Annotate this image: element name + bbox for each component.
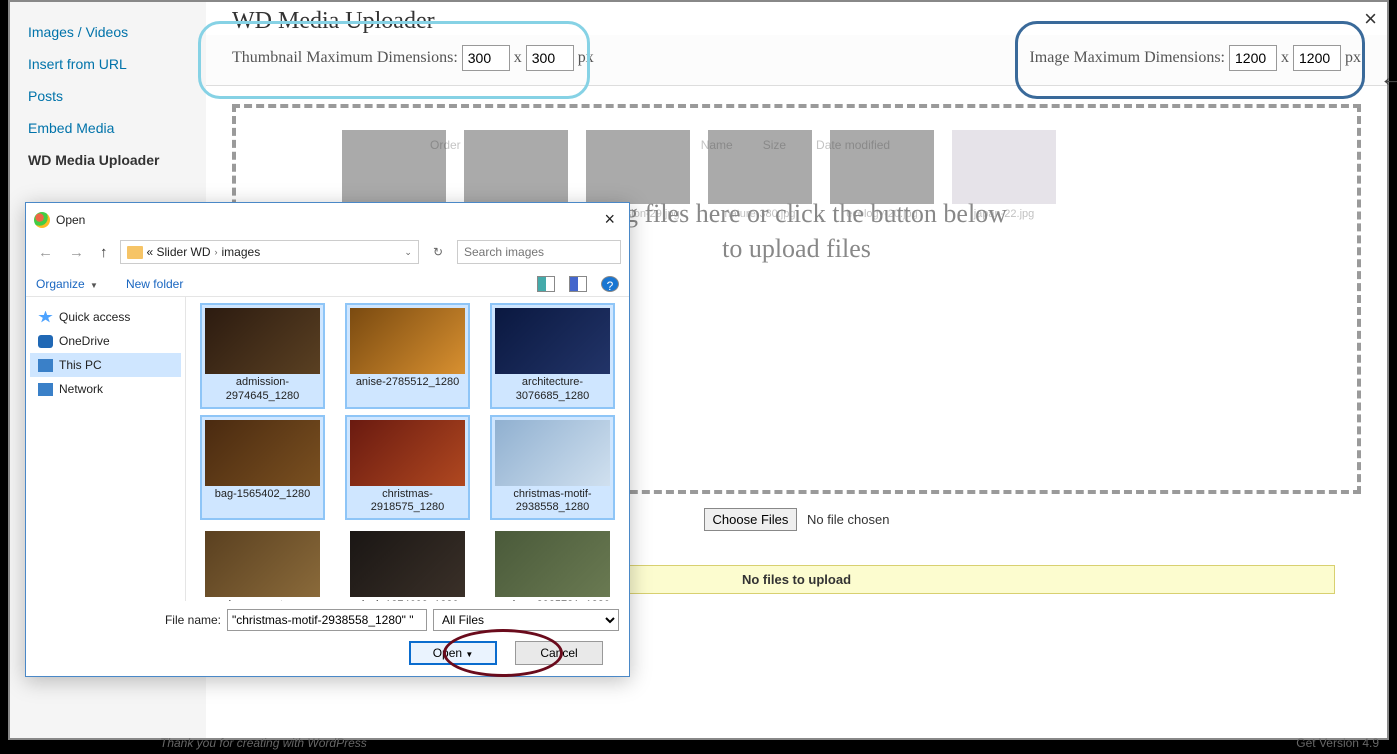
sidebar-item-uploader[interactable]: WD Media Uploader bbox=[10, 144, 206, 176]
filename-input[interactable] bbox=[227, 609, 427, 631]
choose-files-button[interactable]: Choose Files bbox=[704, 508, 798, 531]
file-name: admission-2974645_1280 bbox=[205, 376, 320, 404]
file-thumbnail bbox=[205, 531, 320, 597]
close-icon[interactable]: × bbox=[1364, 6, 1377, 32]
file-item[interactable]: christmas-2918575_1280 bbox=[345, 415, 470, 521]
footer-credit: Thank you for creating with WordPress bbox=[160, 736, 367, 750]
folder-tree: Quick accessOneDriveThis PCNetwork bbox=[26, 297, 186, 601]
file-thumbnail bbox=[495, 531, 610, 597]
file-name: anise-2785512_1280 bbox=[350, 376, 465, 390]
chrome-icon bbox=[34, 212, 50, 228]
file-item[interactable]: cinnamon-stars-2991174_1280 bbox=[200, 526, 325, 601]
refresh-icon[interactable]: ↻ bbox=[427, 242, 449, 262]
file-item[interactable]: anise-2785512_1280 bbox=[345, 303, 470, 409]
file-name: christmas-motif-2938558_1280 bbox=[495, 488, 610, 516]
filename-label: File name: bbox=[165, 613, 221, 627]
file-list: admission-2974645_1280 anise-2785512_1280… bbox=[186, 297, 629, 601]
thumb-height-input[interactable] bbox=[526, 45, 574, 71]
file-thumbnail bbox=[350, 308, 465, 374]
net-icon bbox=[38, 383, 53, 396]
help-icon[interactable]: ? bbox=[601, 276, 619, 292]
sidebar-item-embed[interactable]: Embed Media bbox=[10, 112, 206, 144]
organize-button[interactable]: Organize ▼ bbox=[36, 277, 98, 291]
path-bar[interactable]: « Slider WD › images ⌄ bbox=[120, 240, 419, 264]
dialog-close-icon[interactable]: × bbox=[598, 209, 621, 230]
file-thumbnail bbox=[205, 420, 320, 486]
file-name: clock-1274699_1280 bbox=[350, 599, 465, 601]
sidebar-item-images[interactable]: Images / Videos bbox=[10, 16, 206, 48]
file-item[interactable]: ecology-2985781_1280 bbox=[490, 526, 615, 601]
file-item[interactable]: clock-1274699_1280 bbox=[345, 526, 470, 601]
file-name: ecology-2985781_1280 bbox=[495, 599, 610, 601]
nav-forward-icon[interactable]: → bbox=[65, 244, 88, 261]
sidebar-item-posts[interactable]: Posts bbox=[10, 80, 206, 112]
tree-item-this-pc[interactable]: This PC bbox=[30, 353, 181, 377]
file-filter-select[interactable]: All Files bbox=[433, 609, 619, 631]
cancel-button[interactable]: Cancel bbox=[515, 641, 603, 665]
dz-line2: to upload files bbox=[722, 234, 871, 263]
page-title: WD Media Uploader bbox=[206, 2, 1387, 35]
thumb-dim-group: Thumbnail Maximum Dimensions: x px bbox=[232, 45, 594, 71]
dialog-title: Open bbox=[56, 213, 85, 227]
file-name: christmas-2918575_1280 bbox=[350, 488, 465, 516]
path-folder[interactable]: images bbox=[222, 245, 261, 259]
thumb-label: Thumbnail Maximum Dimensions: bbox=[232, 49, 458, 67]
file-name: architecture-3076685_1280 bbox=[495, 376, 610, 404]
file-item[interactable]: christmas-motif-2938558_1280 bbox=[490, 415, 615, 521]
image-dim-group: Image Maximum Dimensions: x px bbox=[1029, 45, 1361, 71]
file-thumbnail bbox=[350, 420, 465, 486]
file-thumbnail bbox=[495, 308, 610, 374]
dimension-row: Thumbnail Maximum Dimensions: x px Image… bbox=[206, 35, 1387, 86]
chevron-down-icon[interactable]: ⌄ bbox=[404, 247, 412, 258]
image-label: Image Maximum Dimensions: bbox=[1029, 49, 1225, 67]
file-item[interactable]: admission-2974645_1280 bbox=[200, 303, 325, 409]
image-height-input[interactable] bbox=[1293, 45, 1341, 71]
path-prefix: « Slider WD bbox=[147, 245, 211, 259]
sidebar-item-url[interactable]: Insert from URL bbox=[10, 48, 206, 80]
star-icon bbox=[38, 311, 53, 324]
search-input[interactable] bbox=[457, 240, 621, 264]
back-arrow-icon[interactable]: ← bbox=[1379, 62, 1397, 93]
dz-line1: Drag files here or click the button belo… bbox=[586, 199, 1007, 228]
cloud-icon bbox=[38, 335, 53, 348]
thumb-width-input[interactable] bbox=[462, 45, 510, 71]
file-name: bag-1565402_1280 bbox=[205, 488, 320, 502]
file-thumbnail bbox=[205, 308, 320, 374]
image-width-input[interactable] bbox=[1229, 45, 1277, 71]
file-open-dialog: Open × ← → ↑ « Slider WD › images ⌄ ↻ Or… bbox=[25, 202, 630, 677]
px-label: px bbox=[578, 49, 594, 67]
file-thumbnail bbox=[495, 420, 610, 486]
file-thumbnail bbox=[350, 531, 465, 597]
x-label: x bbox=[1281, 49, 1289, 67]
px-label: px bbox=[1345, 49, 1361, 67]
x-label: x bbox=[514, 49, 522, 67]
preview-pane-icon[interactable] bbox=[569, 276, 587, 292]
view-mode-icon[interactable] bbox=[537, 276, 555, 292]
file-name: cinnamon-stars-2991174_1280 bbox=[205, 599, 320, 601]
footer-version: Get Version 4.9 bbox=[1296, 736, 1379, 750]
pc-icon bbox=[38, 359, 53, 372]
new-folder-button[interactable]: New folder bbox=[126, 277, 183, 291]
nav-back-icon[interactable]: ← bbox=[34, 244, 57, 261]
tree-item-quick-access[interactable]: Quick access bbox=[30, 305, 181, 329]
file-item[interactable]: architecture-3076685_1280 bbox=[490, 303, 615, 409]
chevron-icon: › bbox=[215, 247, 218, 257]
tree-item-network[interactable]: Network bbox=[30, 377, 181, 401]
no-file-label: No file chosen bbox=[807, 512, 889, 527]
folder-icon bbox=[127, 246, 143, 259]
file-item[interactable]: bag-1565402_1280 bbox=[200, 415, 325, 521]
nav-up-icon[interactable]: ↑ bbox=[96, 244, 112, 261]
tree-item-onedrive[interactable]: OneDrive bbox=[30, 329, 181, 353]
open-button[interactable]: Open ▼ bbox=[409, 641, 497, 665]
